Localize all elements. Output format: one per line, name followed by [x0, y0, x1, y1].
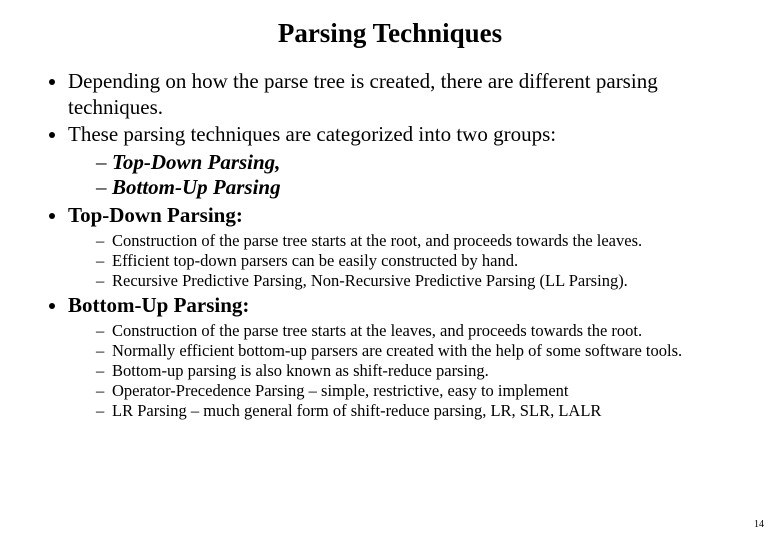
bullet-text: Top-Down Parsing: — [68, 203, 243, 227]
slide: Parsing Techniques Depending on how the … — [0, 0, 780, 540]
sub-item: LR Parsing – much general form of shift-… — [96, 401, 740, 421]
bullet-text: Bottom-Up Parsing: — [68, 293, 249, 317]
sub-item: Normally efficient bottom-up parsers are… — [96, 341, 740, 361]
bullet-text: These parsing techniques are categorized… — [68, 122, 556, 146]
sub-item: Operator-Precedence Parsing – simple, re… — [96, 381, 740, 401]
sub-list: Top-Down Parsing, Bottom-Up Parsing — [68, 150, 740, 201]
sub-list: Construction of the parse tree starts at… — [68, 321, 740, 422]
sub-text: Bottom-Up Parsing — [112, 175, 281, 199]
sub-item: Bottom-Up Parsing — [96, 175, 740, 201]
sub-item: Bottom-up parsing is also known as shift… — [96, 361, 740, 381]
sub-item: Construction of the parse tree starts at… — [96, 321, 740, 341]
bullet-item: Bottom-Up Parsing: Construction of the p… — [68, 293, 740, 421]
sub-item: Top-Down Parsing, — [96, 150, 740, 176]
page-number: 14 — [754, 519, 764, 530]
bullet-item: These parsing techniques are categorized… — [68, 122, 740, 201]
bullet-item: Depending on how the parse tree is creat… — [68, 69, 740, 120]
sub-item: Recursive Predictive Parsing, Non-Recurs… — [96, 271, 740, 291]
slide-title: Parsing Techniques — [40, 18, 740, 49]
sub-text: Top-Down Parsing, — [112, 150, 280, 174]
sub-item: Efficient top-down parsers can be easily… — [96, 251, 740, 271]
bullet-list: Depending on how the parse tree is creat… — [40, 69, 740, 421]
bullet-item: Top-Down Parsing: Construction of the pa… — [68, 203, 740, 291]
sub-item: Construction of the parse tree starts at… — [96, 231, 740, 251]
sub-list: Construction of the parse tree starts at… — [68, 231, 740, 291]
